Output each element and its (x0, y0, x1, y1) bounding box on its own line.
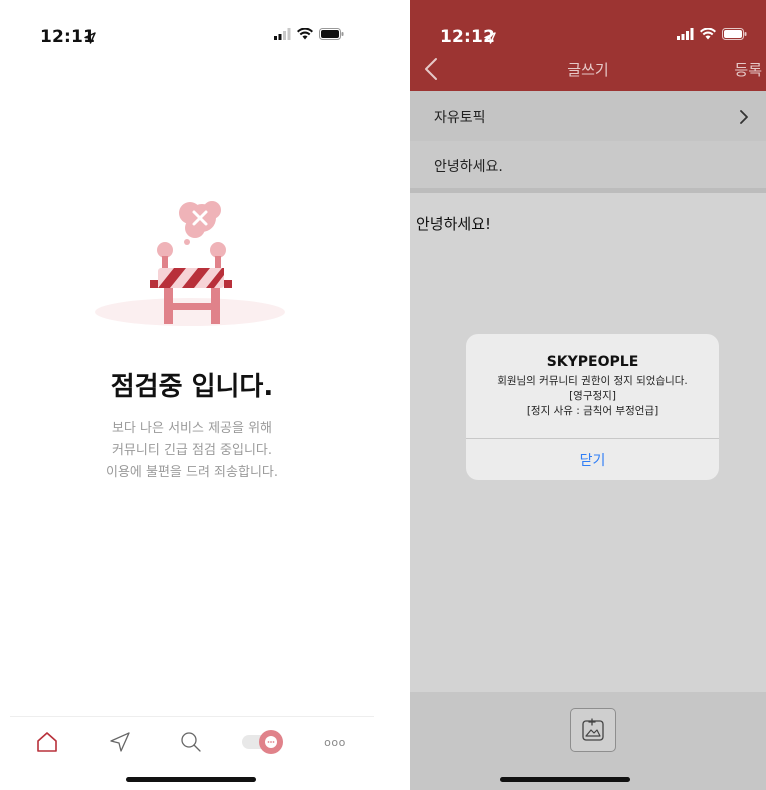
status-icons (677, 28, 747, 40)
body-textarea[interactable]: 안녕하세요! (416, 213, 491, 234)
close-button[interactable]: 닫기 (466, 439, 719, 480)
description-line: 보다 나은 서비스 제공을 위해 (111, 421, 273, 436)
nav-bar: 12:12 글쓰기 등록 (410, 0, 766, 91)
maintenance-illustration (90, 190, 290, 340)
send-icon[interactable] (105, 727, 135, 757)
subject-text: 안녕하세요. (434, 159, 503, 175)
chat-toggle-icon[interactable] (242, 727, 286, 757)
suspension-alert: SKYPEOPLE 회원님의 커뮤니티 권한이 정지 되었습니다. [영구정지]… (466, 334, 719, 480)
alert-title: SKYPEOPLE (546, 354, 639, 370)
location-arrow-icon (484, 29, 496, 48)
signal-icon (677, 28, 694, 40)
wifi-icon (297, 28, 313, 40)
home-indicator (126, 777, 256, 782)
add-image-button[interactable] (570, 708, 616, 752)
signal-icon (274, 28, 291, 40)
status-icons (274, 28, 344, 40)
write-screen: 12:12 글쓰기 등록 자유토픽 안녕하세요. 안녕하세요! SKYPEOPL… (410, 0, 766, 790)
description-line: 커뮤니티 긴급 점검 중입니다. (111, 443, 273, 458)
chevron-right-icon (739, 109, 748, 128)
wifi-icon (700, 28, 716, 40)
search-icon[interactable] (176, 727, 206, 757)
battery-icon (319, 28, 344, 40)
subject-field[interactable]: 안녕하세요. (410, 141, 766, 193)
topic-selector[interactable]: 자유토픽 (410, 91, 766, 142)
alert-line: 회원님의 커뮤니티 권한이 정지 되었습니다. (497, 375, 688, 387)
home-indicator (500, 777, 630, 782)
home-icon[interactable] (32, 727, 62, 757)
maintenance-title: 점검중 입니다. (110, 372, 274, 402)
alert-line: [정지 사유 : 금칙어 부정언급] (526, 405, 659, 417)
description-line: 이용에 불편을 드려 죄송합니다. (105, 465, 278, 480)
submit-button[interactable]: 등록 (734, 59, 762, 80)
location-arrow-icon (84, 29, 96, 48)
maintenance-screen: 12:11 점검중 입니다. 보다 나은 서비스 제공을 위해 커뮤니티 긴급 … (0, 0, 384, 790)
maintenance-description: 보다 나은 서비스 제공을 위해 커뮤니티 긴급 점검 중입니다. 이용에 불편… (0, 418, 384, 484)
alert-message: 회원님의 커뮤니티 권한이 정지 되었습니다. [영구정지] [정지 사유 : … (466, 374, 719, 419)
topic-label: 자유토픽 (434, 110, 486, 126)
status-bar: 12:11 (0, 0, 384, 70)
more-icon[interactable]: ooo (320, 727, 350, 757)
page-title: 글쓰기 (567, 61, 609, 79)
alert-line: [영구정지] (569, 390, 616, 402)
battery-icon (722, 28, 747, 40)
editor-toolbar (410, 692, 766, 790)
add-image-icon (582, 718, 604, 741)
